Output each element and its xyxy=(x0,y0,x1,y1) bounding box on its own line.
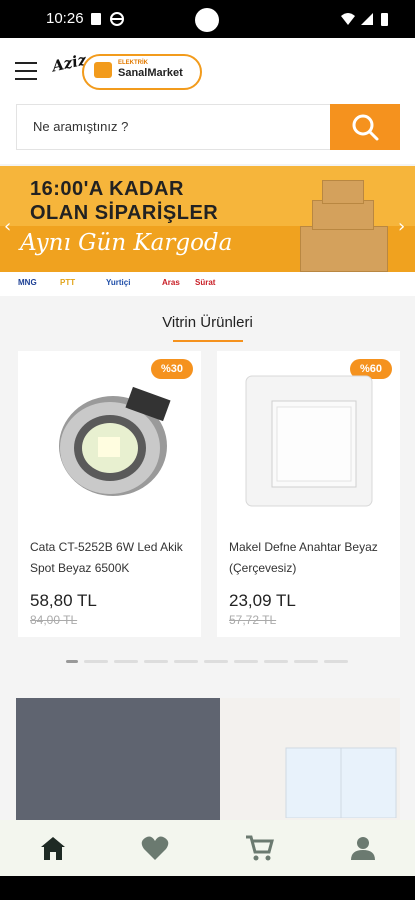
banner-line-1: 16:00'A KADAR xyxy=(30,178,184,200)
banner-line-2: OLAN SİPARİŞLER xyxy=(30,202,219,224)
camera-cutout xyxy=(195,8,219,32)
home-icon[interactable] xyxy=(38,834,68,862)
carousel-dot[interactable] xyxy=(294,660,318,663)
banner-line-3: Aynı Gün Kargoda xyxy=(20,230,233,256)
carrier-logo: MNG xyxy=(18,278,37,287)
system-nav-bar xyxy=(0,876,415,900)
section-title: Vitrin Ürünleri xyxy=(162,314,253,331)
search-icon xyxy=(352,114,379,141)
product-price: 58,80 TL xyxy=(30,591,97,610)
app-header: Aziz ELEKTRİK SanalMarket xyxy=(0,38,415,104)
bottom-nav xyxy=(0,820,415,876)
product-name[interactable]: Cata CT-5252B 6W Led Akik Spot Beyaz 650… xyxy=(30,537,194,579)
status-bar: 10:26 xyxy=(0,0,415,38)
status-time: 10:26 xyxy=(46,10,84,27)
product-card[interactable]: %60 Makel Defne Anahtar Beyaz (Çerçevesi… xyxy=(217,351,400,637)
carousel-dot[interactable] xyxy=(204,660,228,663)
product-name[interactable]: Makel Defne Anahtar Beyaz (Çerçevesiz) xyxy=(229,537,393,579)
carousel-dot[interactable] xyxy=(66,660,78,663)
carousel-dot[interactable] xyxy=(234,660,258,663)
banner-prev-icon[interactable]: ‹ xyxy=(4,216,11,237)
brand-logo[interactable]: Aziz ELEKTRİK SanalMarket xyxy=(51,51,202,92)
hamburger-icon[interactable] xyxy=(15,62,37,80)
spotlight-product-image xyxy=(59,386,171,496)
product-old-price: 57,72 TL xyxy=(229,613,277,627)
cargo-box xyxy=(322,180,364,204)
carousel-dot[interactable] xyxy=(114,660,138,663)
cart-icon[interactable] xyxy=(244,834,274,862)
logo-brand-name: SanalMarket xyxy=(118,67,183,79)
cargo-box xyxy=(300,226,388,272)
signal-icon xyxy=(361,13,373,25)
carousel-dot[interactable] xyxy=(324,660,348,663)
carrier-logo: Yurtiçi xyxy=(106,278,131,287)
vitrin-section: Vitrin Ürünleri %30 Cata CT-5252B 6W Led… xyxy=(0,296,415,683)
product-card[interactable]: %30 Cata CT-5252B 6W Led Akik Spot Beyaz… xyxy=(18,351,201,637)
carousel-dot[interactable] xyxy=(84,660,108,663)
title-underline xyxy=(173,340,243,342)
search-button[interactable] xyxy=(330,104,400,150)
carrier-logo: Sürat xyxy=(195,278,216,287)
promo-image[interactable] xyxy=(16,698,400,820)
user-icon[interactable] xyxy=(348,834,378,862)
battery-icon xyxy=(381,13,388,26)
banner-next-icon[interactable]: › xyxy=(398,216,405,237)
sim-card-icon xyxy=(91,13,101,25)
promo-banner[interactable]: 16:00'A KADAR OLAN SİPARİŞLER Aynı Gün K… xyxy=(0,166,415,296)
window-illustration xyxy=(285,747,397,818)
carrier-logo: PTT xyxy=(60,278,76,287)
promo-image-left xyxy=(16,698,220,820)
product-price: 23,09 TL xyxy=(229,591,296,610)
carousel-dot[interactable] xyxy=(144,660,168,663)
carousel-dot[interactable] xyxy=(264,660,288,663)
logo-brand-top: ELEKTRİK xyxy=(118,60,148,66)
search-bar: Ne aramıştınız ? xyxy=(0,104,415,164)
wifi-icon xyxy=(341,13,355,25)
carousel-dot[interactable] xyxy=(174,660,198,663)
heart-icon[interactable] xyxy=(140,834,170,862)
vpn-icon xyxy=(110,12,124,26)
logo-mark-icon xyxy=(94,62,112,78)
carrier-logos: MNG PTT Yurtiçi Aras Sürat xyxy=(0,272,415,296)
switch-product-image xyxy=(245,375,373,507)
cargo-box xyxy=(312,200,374,230)
product-old-price: 84,00 TL xyxy=(30,613,78,627)
carrier-logo: Aras xyxy=(162,278,180,287)
search-input[interactable]: Ne aramıştınız ? xyxy=(16,104,330,150)
